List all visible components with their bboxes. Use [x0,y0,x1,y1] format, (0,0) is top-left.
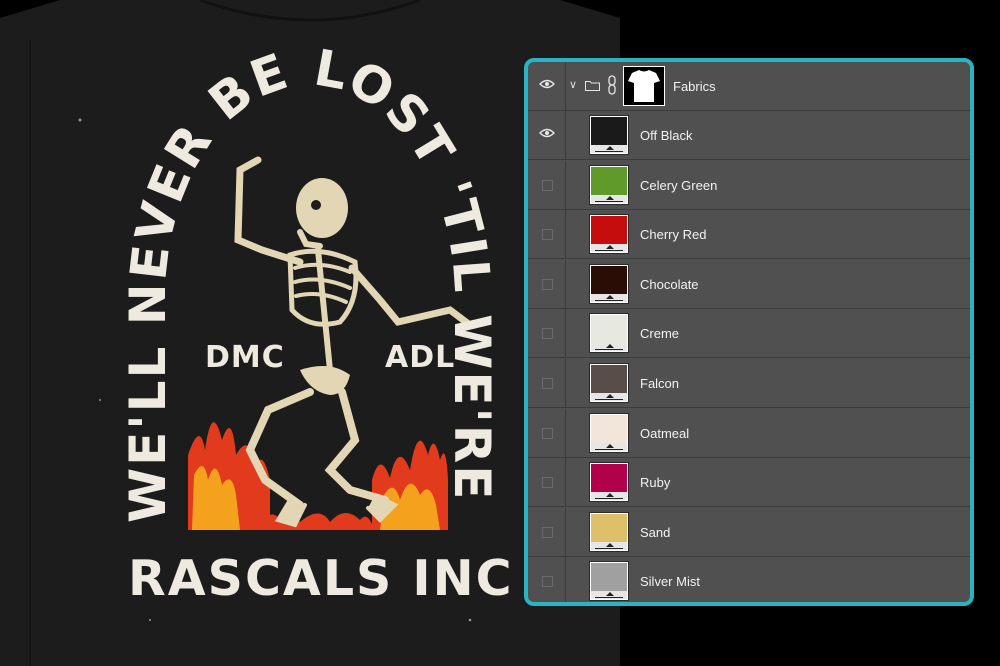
color-swatch-thumbnail[interactable] [589,214,629,255]
layer-row[interactable]: Creme [528,309,970,359]
layer-name: Sand [640,524,671,540]
arc-slogan-text: WE'LL NEVER BE LOST 'TIL WE'RE ALONE [0,0,499,523]
fill-adjustment-icon [591,293,627,302]
visibility-toggle[interactable] [528,359,566,407]
svg-text:WE'LL NEVER BE LOST 'TIL WE'RE: WE'LL NEVER BE LOST 'TIL WE'RE ALONE [0,0,501,523]
color-swatch-thumbnail[interactable] [589,164,629,205]
swatch-fill [591,464,627,493]
eye-icon [539,128,555,138]
color-swatch-thumbnail[interactable] [589,363,629,403]
visibility-toggle[interactable] [528,62,566,110]
color-swatch-thumbnail[interactable] [589,561,629,602]
fill-adjustment-icon [591,393,627,401]
color-swatch-thumbnail[interactable] [589,263,629,304]
chevron-down-icon[interactable]: ∨ [569,78,577,91]
layer-row[interactable]: Celery Green [528,160,970,210]
layer-name: Creme [640,326,680,342]
hidden-visibility-box[interactable] [542,576,553,588]
swatch-fill [591,265,627,294]
color-swatch-thumbnail[interactable] [589,462,629,503]
fill-adjustment-icon [591,492,627,501]
visibility-toggle[interactable] [528,309,566,358]
layer-row[interactable]: Chocolate [528,259,970,309]
fill-adjustment-icon [591,145,627,153]
fill-adjustment-icon [591,442,627,451]
hidden-visibility-box[interactable] [542,229,553,241]
fill-adjustment-icon [591,541,627,550]
layer-name: Cherry Red [640,227,707,243]
layer-row[interactable]: Sand [528,507,970,557]
visibility-toggle[interactable] [528,557,566,602]
swatch-fill [591,216,627,245]
eye-icon [539,79,555,89]
hidden-visibility-box[interactable] [542,477,553,489]
layer-row[interactable]: Off Black [528,111,970,160]
hidden-visibility-box[interactable] [542,427,553,439]
layer-name: Celery Green [640,177,718,193]
layer-name: Off Black [640,128,693,143]
swatch-fill [591,414,627,443]
swatch-fill [591,563,627,592]
layers-panel: ∨ Fabrics Off Black Celery Green Cherry Re… [524,58,974,606]
folder-icon [585,81,600,91]
visibility-toggle[interactable] [528,210,566,259]
swatch-fill [591,166,627,195]
chain-link-icon[interactable] [607,75,617,95]
layer-row[interactable]: Cherry Red [528,210,970,260]
color-swatch-thumbnail[interactable] [589,412,629,453]
hidden-visibility-box[interactable] [542,278,553,290]
layer-name: Fabrics [673,79,716,94]
visibility-toggle[interactable] [528,160,566,209]
visibility-toggle[interactable] [528,408,566,457]
layer-row[interactable]: Silver Mist [528,557,970,602]
visibility-toggle[interactable] [528,111,566,159]
color-swatch-thumbnail[interactable] [589,115,629,155]
layer-name: Ruby [640,475,671,491]
layer-name: Falcon [640,376,680,391]
tshirt-mask-thumbnail[interactable] [623,66,665,106]
layer-group-fabrics[interactable]: ∨ Fabrics [528,62,970,111]
layer-name: Chocolate [640,276,699,292]
swatch-fill [591,513,627,542]
layer-row[interactable]: Ruby [528,458,970,508]
swatch-fill [591,315,627,344]
fill-adjustment-icon [591,343,627,352]
fill-adjustment-icon [591,244,627,253]
tag-left-text: DMC [205,340,285,375]
hidden-visibility-box[interactable] [542,179,553,191]
visibility-toggle[interactable] [528,458,566,507]
hidden-visibility-box[interactable] [542,378,553,389]
layer-name: Oatmeal [640,425,690,441]
color-swatch-thumbnail[interactable] [589,511,629,552]
fill-adjustment-icon [591,591,627,600]
swatch-fill [591,117,627,145]
layer-row[interactable]: Falcon [528,359,970,408]
hidden-visibility-box[interactable] [542,526,553,538]
layer-name: Silver Mist [640,574,700,590]
hidden-visibility-box[interactable] [542,328,553,340]
swatch-fill [591,365,627,393]
color-swatch-thumbnail[interactable] [589,313,629,354]
fill-adjustment-icon [591,194,627,203]
tag-right-text: ADL [385,340,456,375]
visibility-toggle[interactable] [528,507,566,556]
layer-row[interactable]: Oatmeal [528,408,970,458]
visibility-toggle[interactable] [528,259,566,308]
